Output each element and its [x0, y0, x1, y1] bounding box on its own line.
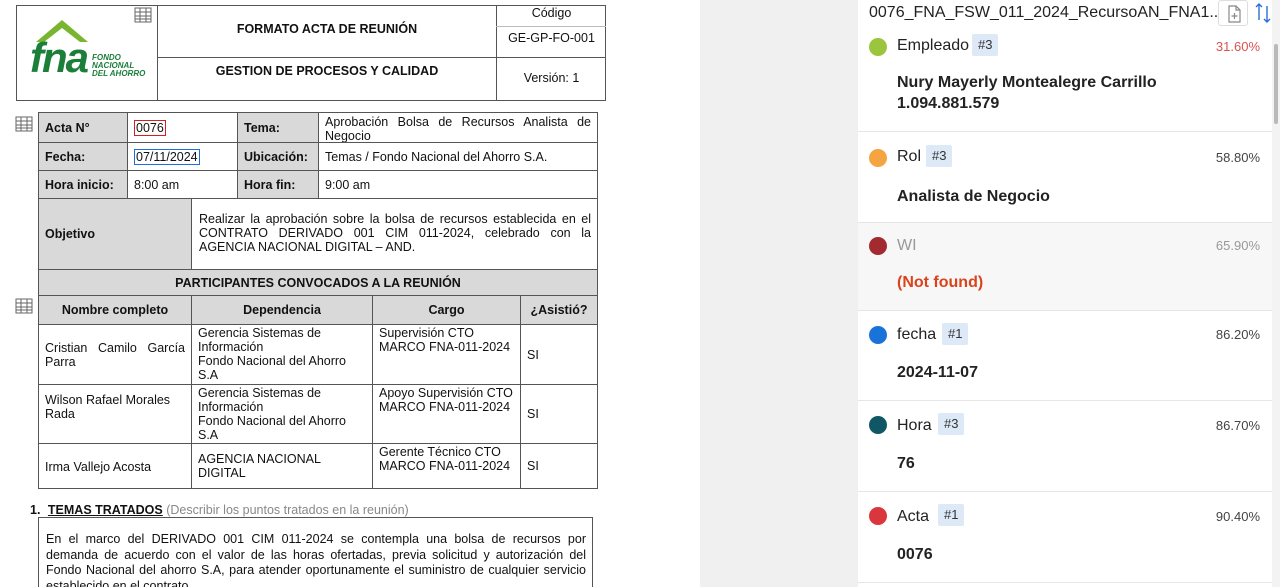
entity-badge: #3 [926, 145, 953, 167]
row1-cargo: Supervisión CTO MARCO FNA-011-2024 [372, 324, 521, 385]
row2-nombre: Wilson Rafael Morales Rada [38, 384, 192, 444]
col-cargo: Cargo [372, 295, 521, 325]
table-icon[interactable] [15, 116, 33, 132]
col-dependencia: Dependencia [191, 295, 373, 325]
entity-name: Empleado [897, 37, 970, 54]
entity-wi[interactable]: WI 65.90% (Not found) [858, 223, 1272, 311]
entity-confidence: 65.90% [1215, 238, 1260, 253]
row3-dependencia: AGENCIA NACIONAL DIGITAL [191, 443, 373, 489]
row1-asistio: SI [520, 324, 598, 385]
table-icon[interactable] [15, 298, 33, 314]
temas-number: 1. [30, 503, 41, 517]
hora-fin-label: Hora fin: [237, 170, 319, 199]
entity-badge: #1 [942, 323, 969, 345]
entity-acta[interactable]: Acta #1 90.40% 0076 [858, 492, 1272, 583]
entity-confidence: 58.80% [1215, 150, 1260, 165]
hora-fin-value: 9:00 am [318, 170, 598, 199]
entity-panel: Empleado #3 31.60% Nury Mayerly Monteale… [858, 0, 1272, 587]
entity-value: 0076 [897, 546, 933, 563]
file-name: 0076_FNA_FSW_011_2024_RecursoAN_FNA1... [869, 4, 1223, 21]
entity-value: Analista de Negocio [897, 188, 1050, 205]
entity-name: fecha [897, 326, 937, 343]
tema-label: Tema: [237, 112, 319, 143]
codigo-value: GE-GP-FO-001 [508, 31, 595, 45]
col-nombre: Nombre completo [38, 295, 192, 325]
fna-logo: fna FONDO NACIONAL DEL AHORRO [28, 16, 150, 92]
entity-confidence: 31.60% [1215, 39, 1260, 54]
entity-name: Rol [897, 148, 922, 165]
entity-confidence: 86.70% [1215, 418, 1260, 433]
temas-hint: (Describir los puntos tratados en la reu… [166, 503, 409, 517]
entity-color-dot [869, 149, 887, 167]
row2-dependencia: Gerencia Sistemas de Información Fondo N… [191, 384, 373, 444]
doc-subtitle: GESTION DE PROCESOS Y CALIDAD [215, 64, 439, 78]
col-asistio: ¿Asistió? [520, 295, 598, 325]
row3-asistio: SI [520, 443, 598, 489]
fecha-cell: 07/11/2024 [127, 142, 238, 171]
entity-value: Nury Mayerly Montealegre Carrillo 1.094.… [897, 74, 1157, 112]
fecha-value[interactable]: 07/11/2024 [134, 149, 200, 165]
participants-title: PARTICIPANTES CONVOCADOS A LA REUNIÓN [38, 269, 598, 296]
panel-scrollbar-thumb[interactable] [1274, 44, 1278, 124]
tema-value: Aprobación Bolsa de Recursos Analista de… [318, 112, 598, 143]
entity-name: WI [897, 237, 917, 254]
entity-rol[interactable]: Rol #3 58.80% Analista de Negocio [858, 132, 1272, 223]
entity-value: 76 [897, 455, 915, 472]
ubicacion-value: Temas / Fondo Nacional del Ahorro S.A. [318, 142, 598, 171]
row2-cargo: Apoyo Supervisión CTO MARCO FNA-011-2024 [372, 384, 521, 444]
panel-header: 0076_FNA_FSW_011_2024_RecursoAN_FNA1... [858, 0, 1272, 34]
viewer-gutter [700, 0, 858, 587]
row1-dependencia: Gerencia Sistemas de Información Fondo N… [191, 324, 373, 385]
version-label: Versión: 1 [523, 71, 580, 85]
row2-asistio: SI [520, 384, 598, 444]
codigo-label: Código [531, 6, 572, 20]
document-page: fna FONDO NACIONAL DEL AHORRO FORMATO AC… [0, 0, 700, 587]
temas-heading: 1. TEMAS TRATADOS (Describir los puntos … [30, 503, 409, 517]
logo-line-3: DEL AHORRO [92, 69, 146, 78]
temas-title: TEMAS TRATADOS [47, 503, 163, 517]
entity-fecha[interactable]: fecha #1 86.20% 2024-11-07 [858, 311, 1272, 401]
acta-value[interactable]: 0076 [134, 120, 166, 136]
hora-inicio-label: Hora inicio: [38, 170, 128, 199]
entity-badge: #3 [938, 413, 965, 435]
logo-letters: fna [30, 34, 89, 81]
entity-value: (Not found) [897, 274, 984, 291]
entity-color-dot [869, 416, 887, 434]
objetivo-label: Objetivo [38, 198, 192, 270]
objetivo-value: Realizar la aprobación sobre la bolsa de… [191, 198, 598, 270]
table-icon[interactable] [134, 7, 152, 23]
entity-name: Acta [897, 508, 930, 525]
sort-icon[interactable] [1254, 0, 1272, 26]
entity-name: Hora [897, 417, 932, 434]
row3-cargo: Gerente Técnico CTO MARCO FNA-011-2024 [372, 443, 521, 489]
entity-value: 2024-11-07 [897, 364, 978, 381]
entity-badge: #3 [972, 34, 999, 56]
temas-body: En el marco del DERIVADO 001 CIM 011-202… [38, 517, 593, 587]
acta-cell: 0076 [127, 112, 238, 143]
entity-confidence: 86.20% [1215, 327, 1260, 342]
row1-nombre: Cristian Camilo García Parra [38, 324, 192, 385]
fecha-label: Fecha: [38, 142, 128, 171]
entity-badge: #1 [938, 504, 965, 526]
hora-inicio-value: 8:00 am [127, 170, 238, 199]
entity-color-dot [869, 237, 887, 255]
acta-label: Acta N° [38, 112, 128, 143]
entity-color-dot [869, 507, 887, 525]
entity-confidence: 90.40% [1215, 509, 1260, 524]
ubicacion-label: Ubicación: [237, 142, 319, 171]
entity-color-dot [869, 38, 887, 56]
add-file-icon[interactable] [1218, 0, 1248, 26]
entity-color-dot [869, 326, 887, 344]
entity-hora[interactable]: Hora #3 86.70% 76 [858, 401, 1272, 492]
doc-title: FORMATO ACTA DE REUNIÓN [236, 22, 418, 36]
row3-nombre: Irma Vallejo Acosta [38, 443, 192, 489]
